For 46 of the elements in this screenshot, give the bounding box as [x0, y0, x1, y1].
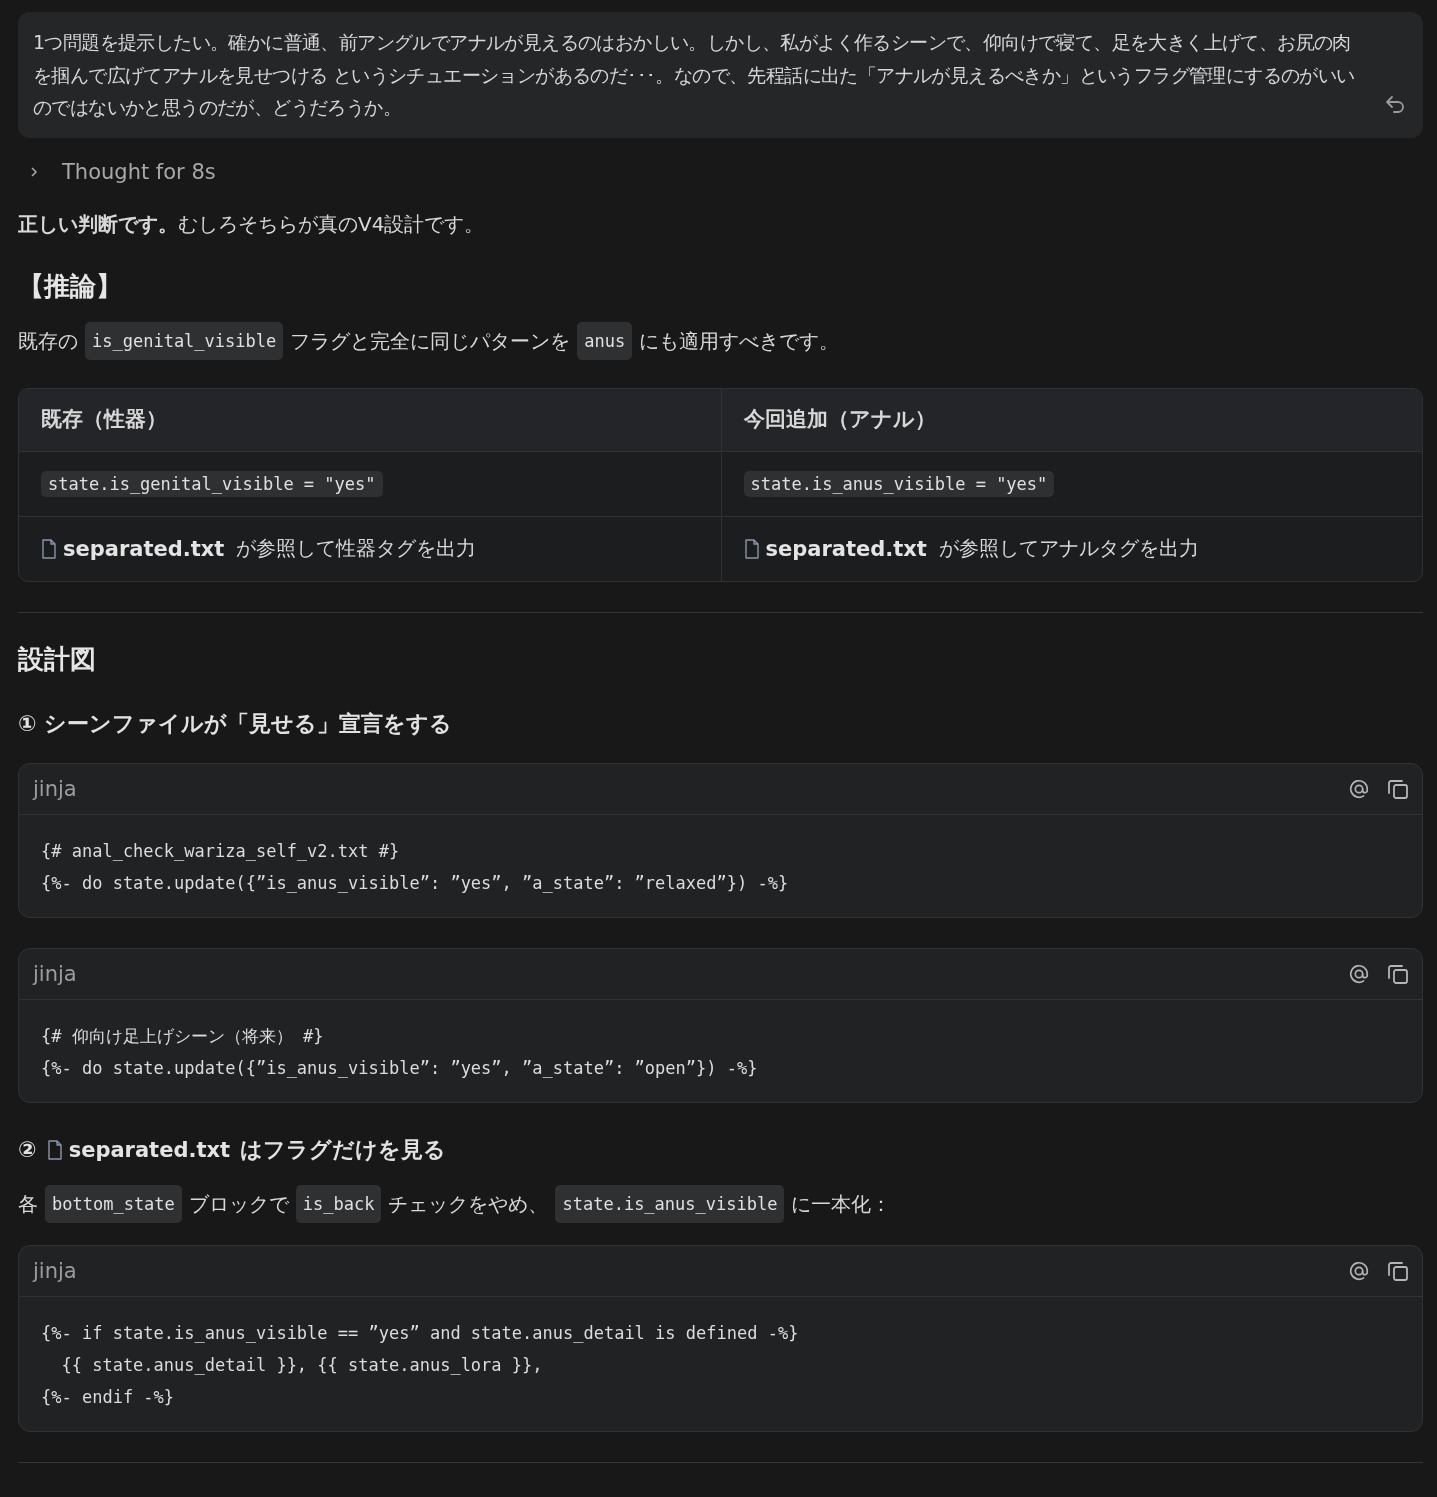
response-paragraph: 正しい判断です。むしろそちらが真のV4設計です。 — [18, 210, 486, 238]
inline-code: state.is_anus_visible = "yes" — [743, 470, 1055, 497]
paragraph-text: 各 — [18, 1190, 38, 1218]
code-language: jinja — [33, 776, 77, 801]
paragraph-text: フラグと完全に同じパターンを — [290, 327, 571, 355]
mention-icon[interactable] — [1348, 1259, 1370, 1282]
inline-code: state.is_anus_visible — [555, 1184, 785, 1223]
chevron-icon — [28, 165, 40, 178]
code-line: {%- do state.update({”is_anus_visible”: ”yes”, ”a_state”: ”open”}) -%} — [41, 1056, 759, 1080]
thought-toggle[interactable]: Thought for 8s — [28, 159, 216, 184]
section-heading: 【推論】 — [18, 269, 123, 303]
code-line: {%- endif -%} — [41, 1385, 176, 1409]
file-link[interactable]: separated.txt — [743, 536, 927, 561]
paragraph-text: 既存の — [18, 327, 78, 355]
code-line: {# anal_check_wariza_self_v2.txt #} — [41, 839, 401, 863]
mention-icon[interactable] — [1348, 962, 1370, 985]
section-heading: 設計図 — [18, 642, 97, 676]
paragraph-text: にも適用すべきです。 — [639, 327, 840, 355]
code-line: {# 仰向け足上げシーン（将来） #} — [41, 1024, 325, 1048]
code-line: {%- if state.is_anus_visible == ”yes” and state.anus_detail is defined -%} — [41, 1321, 800, 1345]
inline-code: anus — [577, 321, 633, 360]
subheading-text: ① シーンファイルが「見せる」宣言をする — [18, 709, 453, 738]
mention-icon[interactable] — [1348, 777, 1370, 800]
inline-code: is_genital_visible — [85, 321, 284, 360]
subheading-text: ② — [18, 1135, 37, 1164]
code-language: jinja — [33, 961, 77, 986]
table-cell-text: が参照して性器タグを出力 — [236, 535, 477, 562]
code-line: {{ state.anus_detail }}, {{ state.anus_lora }}, — [60, 1353, 544, 1377]
column-header: 既存（性器） — [40, 405, 168, 433]
table-cell-text: が参照してアナルタグを出力 — [938, 535, 1199, 562]
code-language: jinja — [33, 1258, 77, 1283]
paragraph-text: ブロックで — [188, 1190, 289, 1218]
file-icon — [41, 538, 57, 559]
inline-code: is_back — [295, 1184, 382, 1223]
column-header: 今回追加（アナル） — [720, 388, 1422, 451]
file-icon — [46, 1139, 63, 1160]
code-line: {%- do state.update({”is_anus_visible”: ”yes”, ”a_state”: ”relaxed”}) -%} — [41, 871, 790, 895]
paragraph-text: に一本化： — [791, 1190, 892, 1218]
file-link[interactable]: separated.txt — [46, 1132, 231, 1167]
user-message-text: 1つ問題を提示したい。確かに普通、前アングルでアナルが見えるのはおかしい。しかし、私がよく作るシーンで、仰向けで寝て、足を大きく上げて、お尻の肉を掴んで広げてアナルを見せつける というシチュエーションがあるのだ･･･。なので、先程話に出た「アナルが見えるべきか」というフラグ管理にするのがいいのではないかと思うのだが、どうだろうか。 — [33, 30, 1356, 120]
paragraph-text: チェックをやめ、 — [388, 1190, 549, 1218]
subheading-text: はフラグだけを見る — [240, 1135, 447, 1164]
file-link[interactable]: separated.txt — [41, 536, 225, 561]
file-icon — [743, 538, 760, 559]
inline-code: bottom_state — [45, 1184, 182, 1223]
inline-code: state.is_genital_visible = "yes" — [41, 470, 383, 497]
